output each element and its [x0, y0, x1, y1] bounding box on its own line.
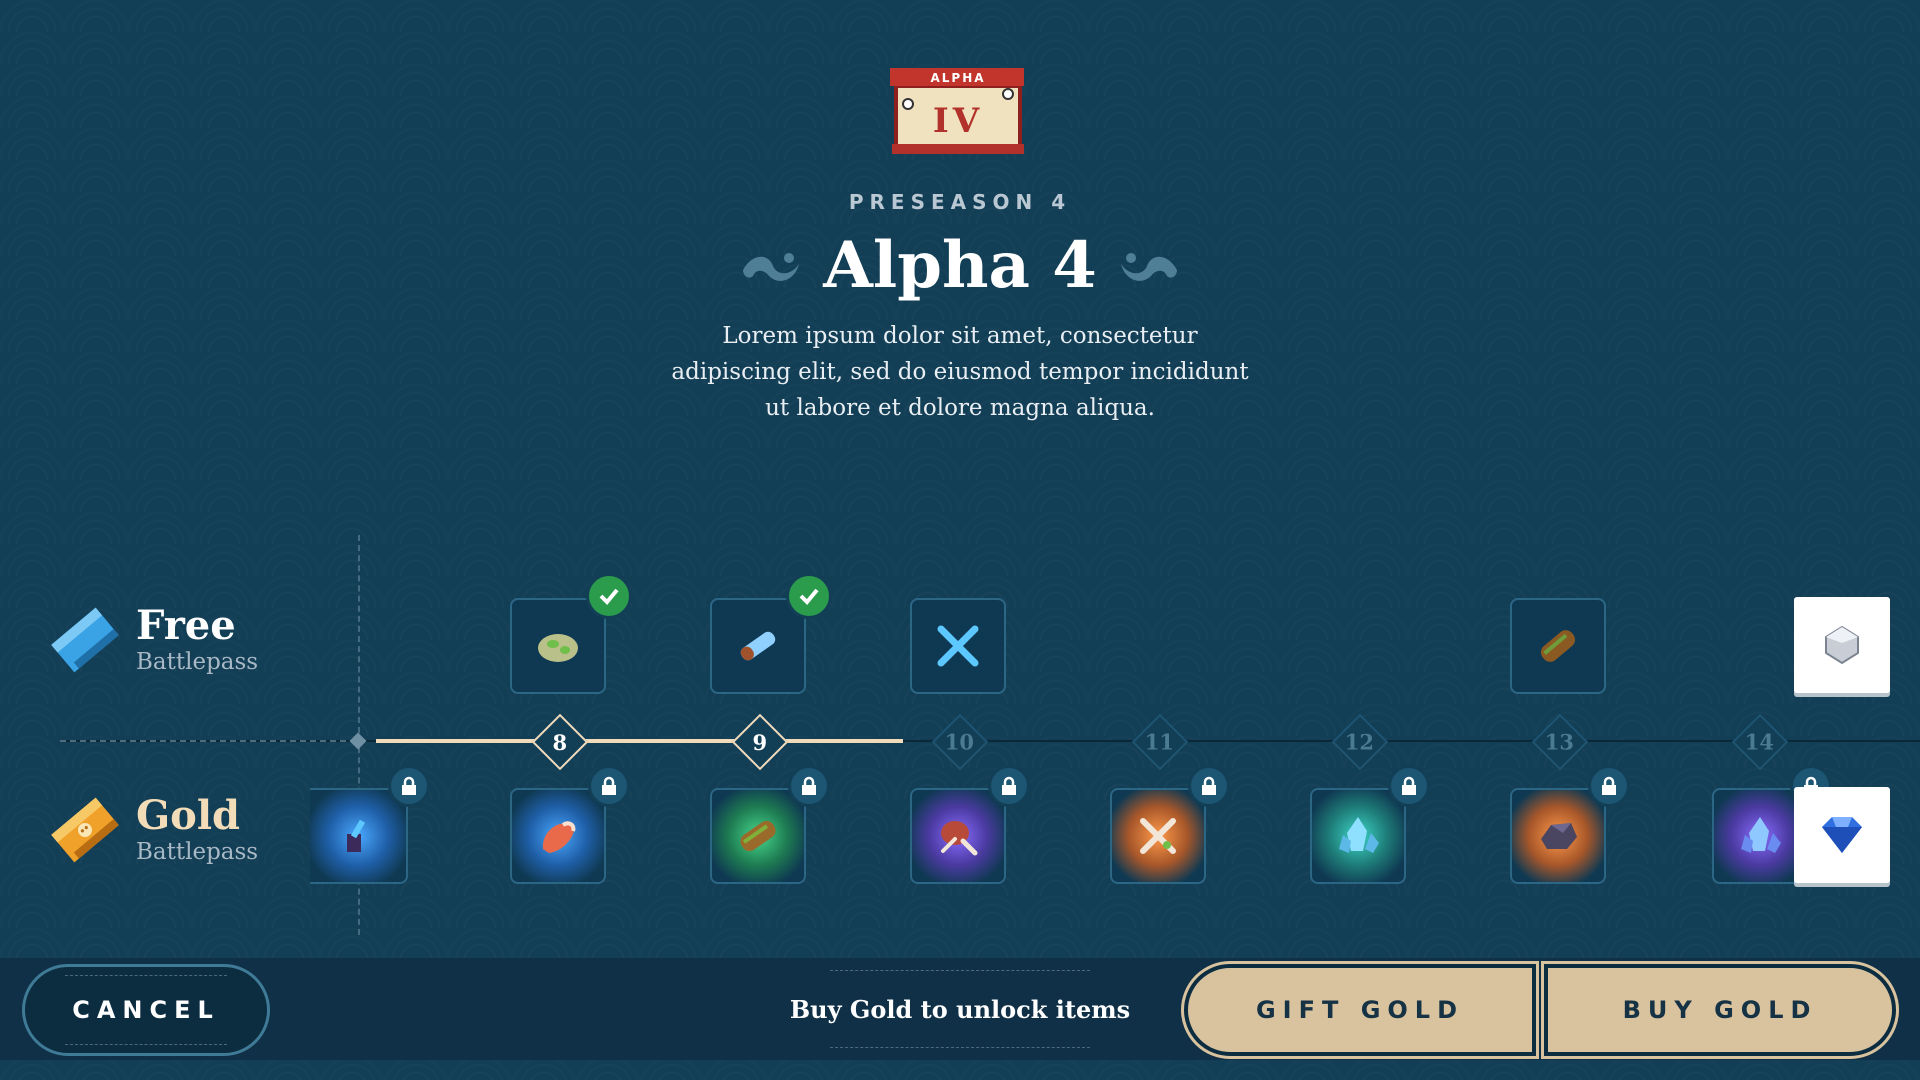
- crystal-icon: [1339, 817, 1379, 853]
- lock-icon: [988, 765, 1030, 807]
- free-final-reward-card[interactable]: [1794, 597, 1890, 693]
- lock-icon: [1188, 765, 1230, 807]
- blue-ticket-icon: [51, 607, 119, 673]
- gold-ticket-icon: [51, 797, 119, 863]
- free-reward-slot[interactable]: [710, 598, 806, 694]
- wood-log-icon: [740, 820, 776, 852]
- gold-lane-subtitle: Battlepass: [136, 839, 259, 865]
- title-row: Alpha 4: [0, 228, 1920, 303]
- lock-icon: [1588, 765, 1630, 807]
- lock-icon: [1388, 765, 1430, 807]
- crossed-bones-icon: [1140, 818, 1176, 854]
- level-marker: 14: [1731, 713, 1789, 771]
- cancel-button-label: CANCEL: [72, 996, 220, 1024]
- dark-ore-icon: [1541, 823, 1577, 849]
- gold-reward-slot[interactable]: [710, 788, 806, 884]
- lock-icon: [588, 765, 630, 807]
- blue-tool-icon: [347, 819, 366, 852]
- meat-icon: [542, 821, 576, 853]
- badge-top-text: ALPHA: [930, 71, 985, 85]
- buy-gold-label: BUY GOLD: [1622, 996, 1818, 1024]
- claimed-check-icon: [786, 573, 832, 619]
- meat-bone-icon: [941, 821, 978, 856]
- free-lane-label: Free Battlepass: [48, 604, 258, 676]
- free-reward-slot[interactable]: [510, 598, 606, 694]
- lock-icon: [388, 765, 430, 807]
- gift-gold-button[interactable]: GIFT GOLD: [1181, 961, 1539, 1059]
- badge-main-text: IV: [933, 101, 983, 141]
- level-marker: 10: [931, 713, 989, 771]
- level-marker: 11: [1131, 713, 1189, 771]
- free-reward-slot[interactable]: [910, 598, 1006, 694]
- blue-diamond-icon: [1822, 817, 1862, 853]
- free-lane-subtitle: Battlepass: [136, 649, 259, 675]
- gold-reward-slot[interactable]: [1310, 788, 1406, 884]
- track-start-node: [349, 732, 367, 750]
- progress-fill: [376, 739, 903, 743]
- gift-gold-label: GIFT GOLD: [1255, 996, 1465, 1024]
- free-lane-title: Free: [136, 602, 236, 649]
- gold-lane-title: Gold: [136, 792, 241, 839]
- unlock-hint: Buy Gold to unlock items: [780, 968, 1140, 1050]
- lock-icon: [788, 765, 830, 807]
- level-marker: 9: [731, 713, 789, 771]
- level-marker: 12: [1331, 713, 1389, 771]
- free-reward-slot[interactable]: [1510, 598, 1606, 694]
- season-badge-icon: ALPHA IV: [890, 68, 1024, 154]
- unlock-hint-text: Buy Gold to unlock items: [789, 994, 1131, 1024]
- gold-reward-slot[interactable]: [310, 788, 408, 884]
- blue-log-icon: [740, 631, 776, 661]
- left-flourish-icon: [743, 252, 800, 281]
- gold-lane-label: Gold Battlepass: [48, 794, 258, 866]
- green-ore-icon: [538, 634, 578, 662]
- progress-track-lead: [60, 740, 356, 742]
- cancel-button[interactable]: CANCEL: [22, 964, 270, 1056]
- gold-reward-slot[interactable]: [1510, 788, 1606, 884]
- claimed-check-icon: [586, 573, 632, 619]
- wood-log-icon: [1540, 630, 1576, 662]
- gold-reward-slot[interactable]: [1110, 788, 1206, 884]
- season-description: Lorem ipsum dolor sit amet, consectetur …: [671, 323, 1249, 421]
- level-marker: 13: [1531, 713, 1589, 771]
- season-label: PRESEASON 4: [848, 190, 1072, 214]
- buy-gold-button[interactable]: BUY GOLD: [1541, 961, 1899, 1059]
- crossed-swords-icon: [937, 625, 979, 667]
- page-title: Alpha 4: [823, 228, 1097, 303]
- right-flourish-icon: [1120, 252, 1177, 281]
- gold-reward-slot[interactable]: [510, 788, 606, 884]
- gold-reward-slot[interactable]: [910, 788, 1006, 884]
- crystal-icon: [1741, 817, 1781, 853]
- level-marker: 8: [531, 713, 589, 771]
- gold-final-reward-card[interactable]: [1794, 787, 1890, 883]
- silver-gem-icon: [1825, 625, 1859, 665]
